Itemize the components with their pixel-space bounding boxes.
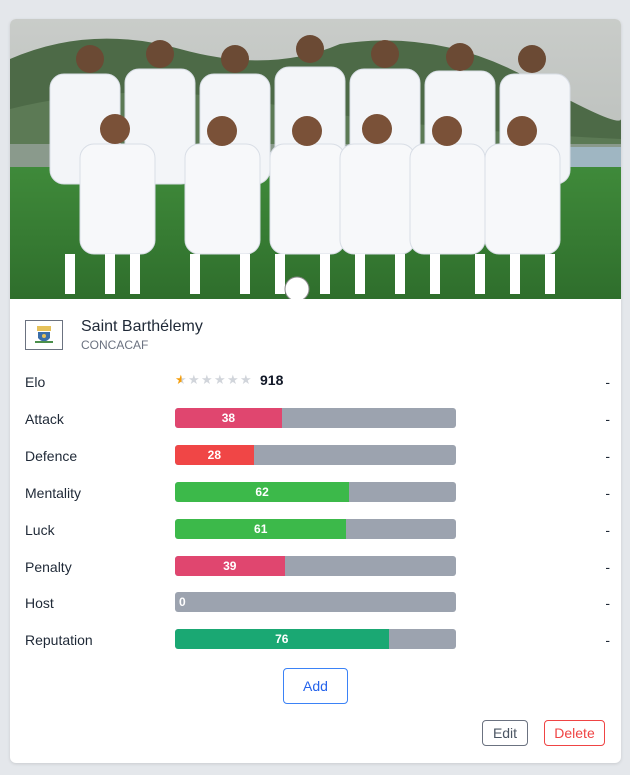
team-confederation: CONCACAF bbox=[81, 338, 149, 352]
stat-bar-fill: 39 bbox=[175, 556, 285, 576]
stat-dash: - bbox=[605, 411, 610, 427]
team-header: Saint Barthélemy CONCACAF bbox=[25, 318, 203, 352]
stat-dash: - bbox=[605, 448, 610, 464]
stat-dash: - bbox=[605, 374, 610, 390]
stat-label: Luck bbox=[25, 522, 55, 538]
stat-dash: - bbox=[605, 559, 610, 575]
team-title-block: Saint Barthélemy CONCACAF bbox=[81, 318, 203, 352]
stat-row-mentality: Mentality 62 - bbox=[25, 482, 610, 504]
stat-dash: - bbox=[605, 595, 610, 611]
team-card: Saint Barthélemy CONCACAF Elo ★ ★ ★ ★ ★ ★ 918… bbox=[10, 19, 621, 763]
stat-label: Attack bbox=[25, 411, 64, 427]
stat-bar: 0 bbox=[175, 592, 456, 612]
edit-button[interactable]: Edit bbox=[482, 720, 528, 746]
stat-bar-fill: 38 bbox=[175, 408, 282, 428]
stat-dash: - bbox=[605, 522, 610, 538]
stat-label: Reputation bbox=[25, 632, 93, 648]
stat-label: Elo bbox=[25, 374, 46, 390]
stat-row-luck: Luck 61 - bbox=[25, 519, 610, 541]
star-icon: ★ bbox=[188, 372, 200, 387]
add-button[interactable]: Add bbox=[283, 668, 348, 704]
stat-row-reputation: Reputation 76 - bbox=[25, 629, 610, 651]
stat-row-penalty: Penalty 39 - bbox=[25, 556, 610, 578]
team-photo-illustration bbox=[10, 19, 621, 299]
team-flag-icon bbox=[25, 320, 63, 350]
elo-rating-stars: ★ ★ ★ ★ ★ ★ bbox=[175, 373, 253, 386]
stat-bar: 61 bbox=[175, 519, 456, 539]
team-name: Saint Barthélemy bbox=[81, 318, 203, 335]
stat-bar: 28 bbox=[175, 445, 456, 465]
stat-bar-fill: 61 bbox=[175, 519, 347, 539]
stat-row-defence: Defence 28 - bbox=[25, 445, 610, 467]
stat-label: Host bbox=[25, 595, 54, 611]
stat-bar-fill: 28 bbox=[175, 445, 254, 465]
stat-bar: 62 bbox=[175, 482, 456, 502]
star-icon: ★ bbox=[214, 372, 226, 387]
stat-dash: - bbox=[605, 485, 610, 501]
stat-label: Defence bbox=[25, 448, 78, 464]
delete-button[interactable]: Delete bbox=[544, 720, 605, 746]
star-icon: ★ bbox=[175, 372, 187, 387]
stat-dash: - bbox=[605, 632, 610, 648]
stat-label: Mentality bbox=[25, 485, 82, 501]
stat-bar: 39 bbox=[175, 556, 456, 576]
coat-of-arms-icon bbox=[35, 326, 53, 343]
stat-bar-fill: 0 bbox=[179, 595, 186, 609]
star-icon: ★ bbox=[240, 372, 252, 387]
stat-label: Penalty bbox=[25, 559, 72, 575]
stat-bar-fill: 62 bbox=[175, 482, 350, 502]
team-photo bbox=[10, 19, 621, 299]
elo-value: 918 bbox=[260, 372, 284, 388]
stat-bar-fill: 76 bbox=[175, 629, 389, 649]
stat-bar: 38 bbox=[175, 408, 456, 428]
stat-row-host: Host 0 - bbox=[25, 592, 610, 614]
stat-row-attack: Attack 38 - bbox=[25, 408, 610, 430]
stat-row-elo: Elo ★ ★ ★ ★ ★ ★ 918 - bbox=[25, 371, 610, 393]
star-icon: ★ bbox=[201, 372, 213, 387]
stat-bar: 76 bbox=[175, 629, 456, 649]
star-icon: ★ bbox=[227, 372, 239, 387]
